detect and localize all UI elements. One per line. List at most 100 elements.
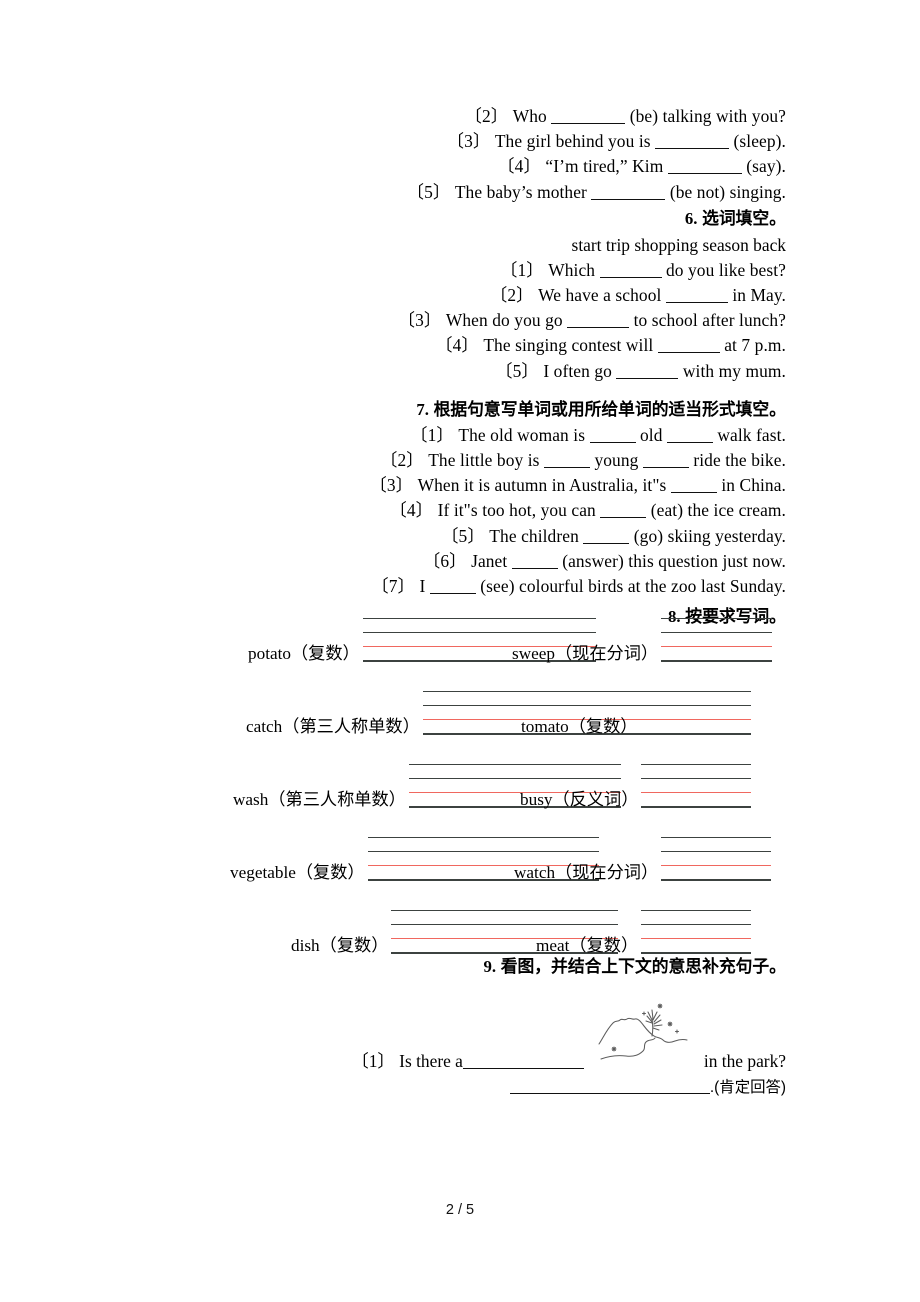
answer-blank[interactable] <box>511 567 558 569</box>
exercise6-number: 6. <box>684 208 698 228</box>
item-text-post: in May. <box>727 285 786 306</box>
answer-blank[interactable] <box>551 123 626 124</box>
answer-blank[interactable] <box>429 593 476 595</box>
answer-blank[interactable] <box>583 542 630 544</box>
item-text-pre: Is there a <box>399 1051 463 1071</box>
exercise9-item-line1: 〔1〕 Is there a in the park? <box>130 1049 786 1074</box>
writing-rules[interactable] <box>661 615 773 663</box>
item-text-post: in the park? <box>703 1051 786 1071</box>
item-text-post: at 7 p.m. <box>719 335 786 356</box>
exercise9-number: 9. <box>483 957 497 976</box>
word-form-cell: sweep（现在分词） <box>512 615 773 663</box>
exercise6-item: 〔2〕 We have a school in May. <box>130 283 786 308</box>
item-number: 〔1〕 <box>410 424 454 445</box>
item-text-post: (see) colourful birds at the zoo last Su… <box>475 576 786 597</box>
exercise5-item: 〔2〕 Who (be) talking with you? <box>130 104 786 129</box>
item-text-post: (say). <box>741 156 786 177</box>
answer-blank[interactable] <box>589 441 636 443</box>
answer-blank[interactable] <box>666 441 713 443</box>
item-text-pre: The baby’s mother <box>454 181 592 202</box>
item-number: 〔1〕 <box>351 1051 395 1071</box>
exercise-text-block: 〔2〕 Who (be) talking with you? 〔3〕 The g… <box>130 104 786 630</box>
item-text-post: with my mum. <box>678 360 786 381</box>
word-form-cell: tomato（复数） <box>521 688 751 736</box>
answer-blank[interactable] <box>670 492 717 494</box>
item-text-pre: The little boy is <box>428 450 544 471</box>
word-form-cell: meat（复数） <box>536 907 752 955</box>
word-form-cell: busy（反义词） <box>520 761 752 809</box>
item-text-pre: I often go <box>543 360 617 381</box>
answer-blank[interactable] <box>567 327 630 329</box>
item-text-pre: The singing contest will <box>483 335 658 356</box>
item-number: 〔5〕 <box>495 360 539 381</box>
item-text-post: (go) skiing yesterday. <box>629 525 786 546</box>
item-text-mid: old <box>635 424 667 445</box>
item-number: 〔2〕 <box>379 450 424 471</box>
item-text-pre: When do you go <box>445 310 568 331</box>
item-number: 〔2〕 <box>489 285 534 306</box>
exercise9-heading: 9. 看图，并结合上下文的意思补充句子。 <box>130 953 786 977</box>
item-text-pre: Which <box>548 259 600 280</box>
exercise7-item: 〔5〕 The children (go) skiing yesterday. <box>130 524 786 549</box>
item-text-pre: I <box>419 576 430 597</box>
writing-rules[interactable] <box>661 834 772 882</box>
exercise7-item: 〔4〕 If it"s too hot, you can (eat) the i… <box>130 498 786 523</box>
item-number: 〔4〕 <box>435 335 479 356</box>
item-text-post: walk fast. <box>712 424 786 445</box>
exercise7-title: 根据句意写单词或用所给单词的适当形式填空。 <box>433 399 786 419</box>
item-text-post: (sleep). <box>729 131 786 152</box>
word-prompt-label: sweep（现在分词） <box>512 643 659 663</box>
item-text-post: (eat) the ice cream. <box>646 500 786 521</box>
exercise7-item: 〔3〕 When it is autumn in Australia, it"s… <box>130 473 786 498</box>
answer-blank[interactable] <box>591 198 666 200</box>
answer-blank[interactable] <box>655 148 730 150</box>
writing-rules[interactable] <box>641 761 752 809</box>
answer-blank[interactable] <box>657 352 720 354</box>
item-text-pre: The old woman is <box>458 424 590 445</box>
answer-blank[interactable] <box>462 1068 584 1069</box>
exercise5-item: 〔4〕 “I’m tired,” Kim (say). <box>130 154 786 179</box>
exercise5-item: 〔3〕 The girl behind you is (sleep). <box>130 129 786 154</box>
word-form-row: catch（第三人称单数） tomato（复数） <box>130 669 790 742</box>
word-prompt-label: watch（现在分词） <box>514 862 659 882</box>
answer-blank[interactable] <box>642 467 689 469</box>
answer-blank[interactable] <box>544 467 590 469</box>
answer-blank[interactable] <box>509 1093 710 1094</box>
item-number: 〔3〕 <box>369 475 414 496</box>
exercise7-number: 7. <box>416 399 429 419</box>
item-number: 〔6〕 <box>422 550 467 571</box>
item-text-pre: “I’m tired,” Kim <box>545 156 668 177</box>
writing-rules[interactable] <box>640 688 751 736</box>
answer-blank[interactable] <box>667 173 742 175</box>
answer-blank[interactable] <box>599 276 662 278</box>
word-prompt-label: catch（第三人称单数） <box>246 716 420 736</box>
item-text-post: (be) talking with you? <box>625 106 786 126</box>
exercise7-item: 〔6〕 Janet (answer) this question just no… <box>130 549 786 574</box>
word-form-cell: watch（现在分词） <box>514 834 772 882</box>
word-prompt-label: busy（反义词） <box>520 789 639 809</box>
item-text-post: ride the bike. <box>688 450 786 471</box>
item-number: 〔4〕 <box>497 156 541 177</box>
answer-blank[interactable] <box>665 302 728 304</box>
answer-blank[interactable] <box>600 517 647 519</box>
item-text-pre: When it is autumn in Australia, it"s <box>417 475 671 496</box>
word-form-row: vegetable（复数） watch（现在分词） <box>130 815 790 888</box>
item-number: 〔5〕 <box>441 525 485 546</box>
exercise8-grid: potato（复数） sweep（现在分词） catch（第三人称单数） tom… <box>130 596 790 961</box>
exercise7-heading: 7. 根据句意写单词或用所给单词的适当形式填空。 <box>130 396 786 423</box>
writing-rules[interactable] <box>641 907 752 955</box>
item-number: 〔3〕 <box>397 310 442 331</box>
item-number: 〔1〕 <box>499 259 544 280</box>
word-prompt-label: potato（复数） <box>248 643 360 663</box>
answer-blank[interactable] <box>616 377 679 379</box>
exercise6-item: 〔3〕 When do you go to school after lunch… <box>130 308 786 333</box>
word-prompt-label: tomato（复数） <box>521 716 638 736</box>
item-text-post: .(肯定回答) <box>709 1079 786 1096</box>
word-prompt-label: wash（第三人称单数） <box>233 789 406 809</box>
item-number: 〔7〕 <box>371 576 416 597</box>
item-text-post: in China. <box>716 475 786 496</box>
item-number: 〔3〕 <box>446 131 491 152</box>
word-prompt-label: vegetable（复数） <box>230 862 365 882</box>
exercise6-heading: 6. 选词填空。 <box>130 205 786 232</box>
page-number: 2 / 5 <box>445 1202 475 1218</box>
